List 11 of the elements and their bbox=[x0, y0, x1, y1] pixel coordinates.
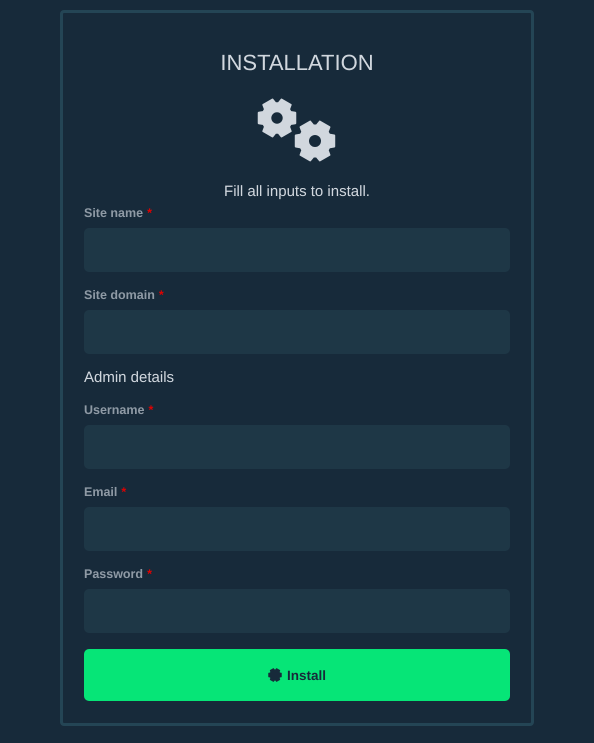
field-label: Password * bbox=[84, 566, 153, 582]
page-title: INSTALLATION bbox=[219, 49, 375, 77]
field-label: Site name * bbox=[84, 205, 153, 221]
field-label: Email * bbox=[84, 484, 128, 500]
gear-icon bbox=[268, 668, 282, 682]
field-label: Site domain * bbox=[84, 287, 165, 303]
gears-icon bbox=[256, 97, 338, 163]
install-button[interactable]: Install bbox=[84, 649, 510, 701]
field-label: Username * bbox=[84, 402, 154, 418]
instruction-text: Fill all inputs to install. bbox=[223, 183, 371, 201]
section-heading: Admin details bbox=[84, 369, 176, 387]
